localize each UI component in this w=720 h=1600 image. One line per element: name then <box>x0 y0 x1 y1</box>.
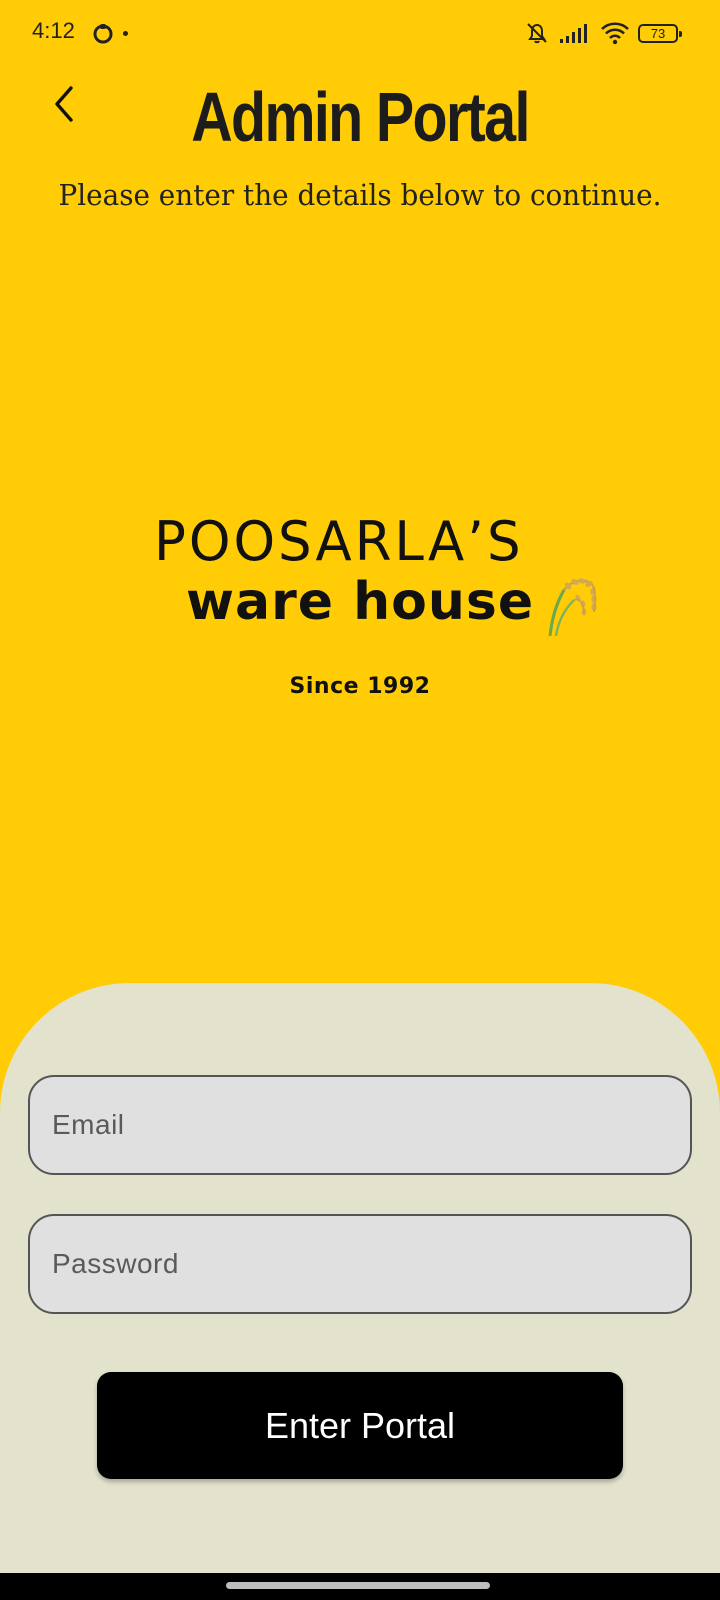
logo-brand-name: POOSARLA’S <box>154 510 524 573</box>
status-icons: 73 <box>524 18 682 48</box>
wifi-icon <box>601 22 629 45</box>
navigation-bar <box>0 1573 720 1600</box>
app-notification-icon <box>93 24 113 44</box>
email-input[interactable] <box>30 1077 690 1173</box>
battery-level: 73 <box>650 25 666 41</box>
rice-grain-icon <box>548 578 597 637</box>
signal-icon <box>560 24 587 43</box>
status-bar: 4:12 73 <box>0 0 720 68</box>
home-indicator[interactable] <box>226 1582 490 1589</box>
email-field[interactable] <box>28 1075 692 1175</box>
password-input[interactable] <box>30 1216 690 1312</box>
password-field[interactable] <box>28 1214 692 1314</box>
dot-icon <box>123 31 128 36</box>
status-time: 4:12 <box>32 18 75 43</box>
page-subtitle: Please enter the details below to contin… <box>58 178 662 212</box>
enter-portal-button[interactable]: Enter Portal <box>97 1372 623 1479</box>
battery-icon: 73 <box>638 23 682 43</box>
logo-tagline: ware house <box>186 572 535 632</box>
brand-logo: POOSARLA’S ware house Since 1992 <box>150 512 610 712</box>
logo-since-year: Since 1992 <box>289 674 431 699</box>
page-title: Admin Portal <box>191 78 530 156</box>
bell-muted-icon <box>527 23 547 44</box>
